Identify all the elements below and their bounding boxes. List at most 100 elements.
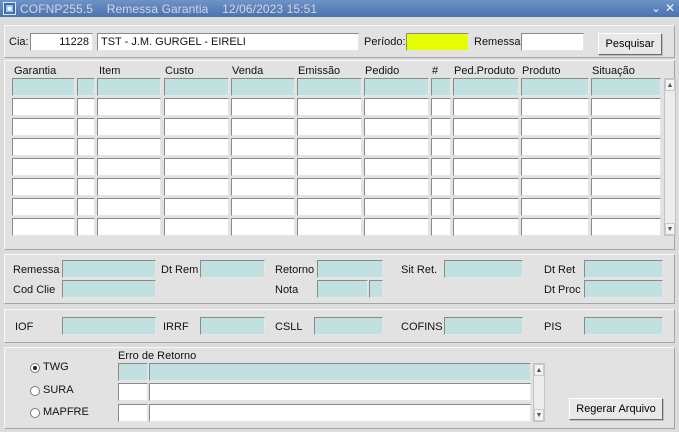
grid-cell[interactable] — [521, 138, 589, 156]
regerar-arquivo-button[interactable]: Regerar Arquivo — [569, 398, 663, 420]
grid-cell[interactable] — [231, 98, 295, 116]
grid-cell[interactable] — [77, 78, 95, 96]
grid-cell[interactable] — [164, 198, 229, 216]
grid-cell[interactable] — [431, 78, 451, 96]
minimize-icon[interactable]: ⌄ — [651, 1, 661, 15]
grid-cell[interactable] — [431, 198, 451, 216]
grid-cell[interactable] — [297, 158, 362, 176]
radio-twg[interactable] — [30, 363, 40, 373]
grid-cell[interactable] — [591, 98, 661, 116]
grid-cell[interactable] — [297, 218, 362, 236]
scroll-up-icon[interactable]: ▲ — [665, 79, 675, 91]
grid-cell[interactable] — [297, 118, 362, 136]
scroll-down-icon[interactable]: ▼ — [665, 223, 675, 235]
grid-cell[interactable] — [97, 218, 161, 236]
grid-cell[interactable] — [591, 78, 661, 96]
grid-cell[interactable] — [231, 198, 295, 216]
grid-cell[interactable] — [77, 198, 95, 216]
grid-cell[interactable] — [12, 178, 75, 196]
grid-cell[interactable] — [521, 118, 589, 136]
grid-cell[interactable] — [231, 178, 295, 196]
radio-mapfre[interactable] — [30, 408, 40, 418]
erro-text-field-2[interactable] — [149, 383, 531, 401]
grid-cell[interactable] — [364, 158, 429, 176]
grid-cell[interactable] — [164, 138, 229, 156]
grid-cell[interactable] — [164, 178, 229, 196]
grid-cell[interactable] — [97, 158, 161, 176]
erro-scroll-up-icon[interactable]: ▲ — [534, 364, 544, 376]
grid-cell[interactable] — [231, 138, 295, 156]
grid-cell[interactable] — [12, 98, 75, 116]
pesquisar-button[interactable]: Pesquisar — [598, 33, 662, 55]
grid-cell[interactable] — [231, 218, 295, 236]
grid-cell[interactable] — [77, 178, 95, 196]
grid-cell[interactable] — [521, 78, 589, 96]
grid-cell[interactable] — [97, 198, 161, 216]
grid-cell[interactable] — [591, 118, 661, 136]
radio-sura-label[interactable]: SURA — [43, 384, 74, 396]
grid-cell[interactable] — [97, 178, 161, 196]
grid-cell[interactable] — [521, 218, 589, 236]
grid-cell[interactable] — [12, 118, 75, 136]
grid-cell[interactable] — [164, 158, 229, 176]
grid-cell[interactable] — [77, 98, 95, 116]
close-icon[interactable]: ✕ — [665, 1, 675, 15]
grid-cell[interactable] — [364, 78, 429, 96]
grid-cell[interactable] — [77, 218, 95, 236]
grid-cell[interactable] — [164, 218, 229, 236]
cia-code-field[interactable]: 11228 — [30, 33, 93, 51]
grid-cell[interactable] — [453, 98, 519, 116]
grid-cell[interactable] — [231, 158, 295, 176]
grid-cell[interactable] — [164, 118, 229, 136]
radio-sura[interactable] — [30, 386, 40, 396]
grid-cell[interactable] — [12, 138, 75, 156]
grid-cell[interactable] — [453, 78, 519, 96]
grid-cell[interactable] — [97, 98, 161, 116]
grid-cell[interactable] — [591, 178, 661, 196]
grid-cell[interactable] — [431, 98, 451, 116]
grid-cell[interactable] — [231, 78, 295, 96]
grid-cell[interactable] — [453, 218, 519, 236]
grid-cell[interactable] — [297, 98, 362, 116]
grid-cell[interactable] — [521, 198, 589, 216]
grid-cell[interactable] — [12, 218, 75, 236]
periodo-field[interactable] — [406, 33, 469, 51]
grid-cell[interactable] — [431, 218, 451, 236]
grid-cell[interactable] — [297, 198, 362, 216]
grid-cell[interactable] — [453, 198, 519, 216]
erro-code-field-2[interactable] — [118, 383, 148, 401]
grid-cell[interactable] — [164, 78, 229, 96]
erro-scrollbar[interactable]: ▲ ▼ — [533, 363, 545, 422]
grid-cell[interactable] — [521, 178, 589, 196]
grid-cell[interactable] — [453, 158, 519, 176]
grid-cell[interactable] — [97, 78, 161, 96]
grid-cell[interactable] — [591, 198, 661, 216]
grid-cell[interactable] — [12, 158, 75, 176]
grid-cell[interactable] — [231, 118, 295, 136]
erro-code-field-3[interactable] — [118, 404, 148, 422]
grid-cell[interactable] — [453, 138, 519, 156]
cia-name-field[interactable]: TST - J.M. GURGEL - EIRELI — [97, 33, 359, 51]
grid-cell[interactable] — [521, 98, 589, 116]
grid-cell[interactable] — [297, 78, 362, 96]
grid-cell[interactable] — [364, 98, 429, 116]
grid-cell[interactable] — [364, 198, 429, 216]
erro-text-field-3[interactable] — [149, 404, 531, 422]
grid-cell[interactable] — [297, 138, 362, 156]
grid-scrollbar[interactable]: ▲ ▼ — [664, 78, 676, 236]
grid-cell[interactable] — [297, 178, 362, 196]
grid-cell[interactable] — [97, 118, 161, 136]
grid-cell[interactable] — [591, 138, 661, 156]
grid-cell[interactable] — [97, 138, 161, 156]
radio-mapfre-label[interactable]: MAPFRE — [43, 406, 89, 418]
grid-cell[interactable] — [364, 118, 429, 136]
erro-scroll-down-icon[interactable]: ▼ — [534, 409, 544, 421]
grid-cell[interactable] — [453, 178, 519, 196]
grid-cell[interactable] — [431, 178, 451, 196]
grid-cell[interactable] — [77, 118, 95, 136]
grid-cell[interactable] — [77, 138, 95, 156]
grid-cell[interactable] — [364, 178, 429, 196]
grid-cell[interactable] — [591, 158, 661, 176]
grid-cell[interactable] — [431, 138, 451, 156]
grid-cell[interactable] — [591, 218, 661, 236]
